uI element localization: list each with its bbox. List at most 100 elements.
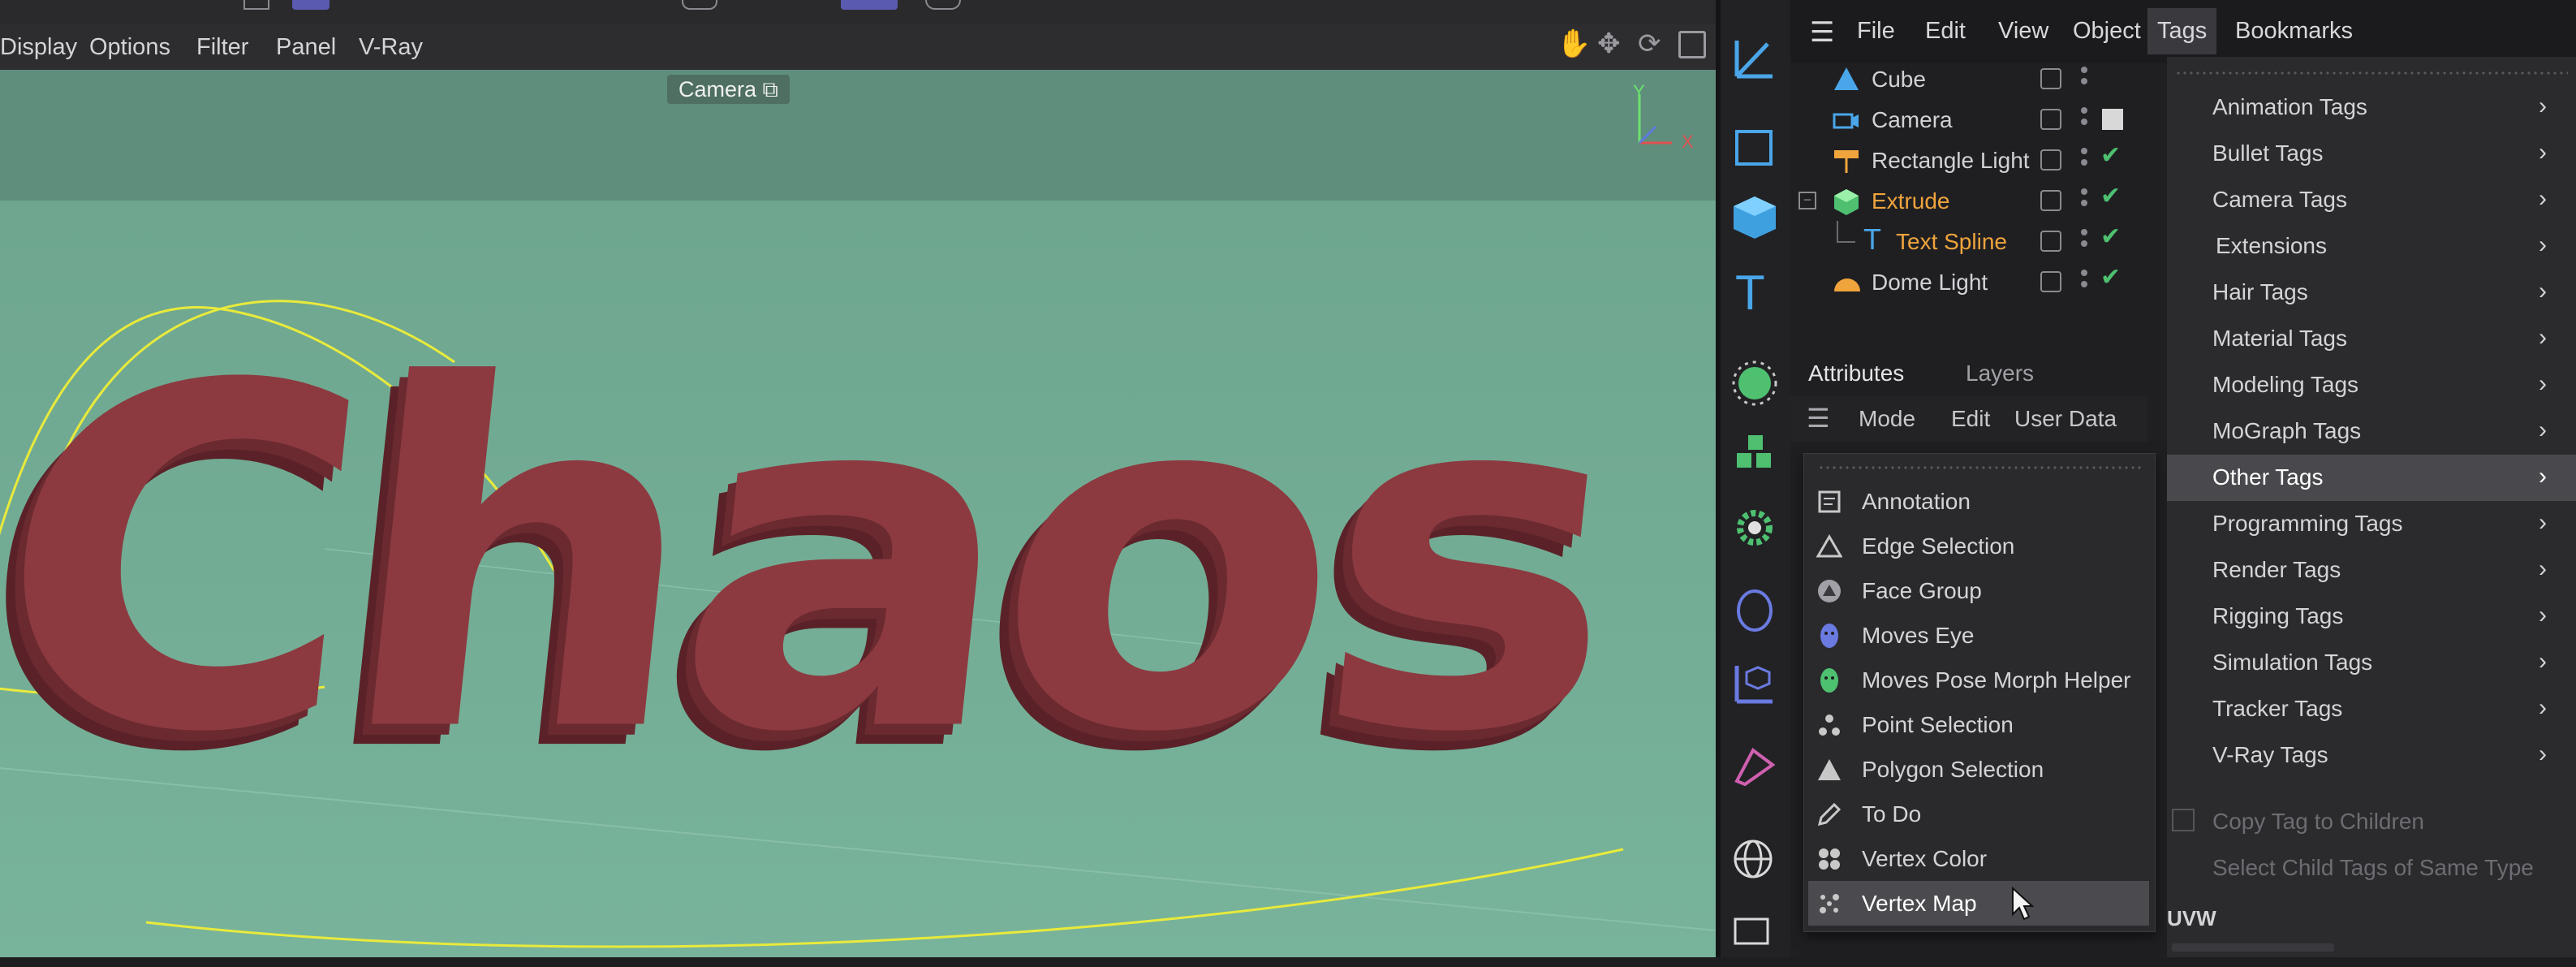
tags-menu-item[interactable]: Material Tags › xyxy=(2167,316,2576,362)
top-toolbar-strip xyxy=(0,0,1721,24)
maximize-view-icon[interactable] xyxy=(1678,31,1706,58)
spline-rectangle-icon[interactable] xyxy=(1729,122,1781,174)
menu-tearoff-handle[interactable] xyxy=(1818,464,2143,471)
edge-selection-icon xyxy=(1816,534,1842,558)
submenu-item-moves-pose-morph[interactable]: Moves Pose Morph Helper xyxy=(1803,658,2154,702)
check-icon[interactable]: ✔ xyxy=(2100,263,2121,291)
null-object-icon[interactable] xyxy=(1729,654,1781,706)
vray-globe-icon[interactable] xyxy=(1729,835,1781,887)
submenu-item-face-group[interactable]: Face Group xyxy=(1803,568,2154,613)
menu-view[interactable]: View xyxy=(1998,18,2048,45)
submenu-item-to-do[interactable]: To Do xyxy=(1803,792,2154,836)
submenu-item-polygon-selection[interactable]: Polygon Selection xyxy=(1803,747,2154,792)
hamburger-menu-icon[interactable]: ☰ xyxy=(1807,403,1830,434)
tags-menu-item[interactable]: Programming Tags › xyxy=(2167,501,2576,547)
object-row-cube[interactable]: Cube xyxy=(1790,58,2147,99)
coordinate-system-icon[interactable] xyxy=(1729,29,1781,81)
toolbar-undo-icon[interactable] xyxy=(682,0,717,10)
tags-menu-item[interactable]: MoGraph Tags › xyxy=(2167,408,2576,455)
viewport-menu-panel[interactable]: Panel xyxy=(276,34,336,61)
tags-menu-item[interactable]: Bullet Tags › xyxy=(2167,131,2576,177)
object-row-text-spline[interactable]: T Text Spline xyxy=(1790,221,2147,261)
tags-menu-item[interactable]: Render Tags › xyxy=(2167,547,2576,594)
vray-camera-icon[interactable] xyxy=(1729,911,1781,963)
viewport-menu-display[interactable]: Display xyxy=(0,34,77,61)
edit-icon[interactable] xyxy=(2040,109,2061,130)
cube-primitive-icon[interactable] xyxy=(1729,192,1781,244)
tags-menu-item[interactable]: Tracker Tags › xyxy=(2167,686,2576,732)
submenu-item-annotation[interactable]: Annotation xyxy=(1803,479,2154,524)
tab-layers[interactable]: Layers xyxy=(1966,360,2034,386)
attr-menu-user-data[interactable]: User Data xyxy=(2014,406,2117,432)
chevron-right-icon: › xyxy=(2539,555,2547,582)
toolbar-object-icon[interactable] xyxy=(243,0,269,10)
submenu-item-edge-selection[interactable]: Edge Selection xyxy=(1803,524,2154,568)
tag-menu-label: V-Ray Tags xyxy=(2212,742,2328,767)
tags-menu-item-other-tags[interactable]: Other Tags › xyxy=(2167,455,2576,501)
tags-menu-item[interactable]: Simulation Tags › xyxy=(2167,640,2576,686)
mograph-cloner-icon[interactable] xyxy=(1729,430,1781,482)
pan-hand-icon[interactable]: ✋ xyxy=(1557,28,1591,60)
tags-menu-item[interactable]: Extensions › xyxy=(2167,223,2576,270)
deformer-gear-icon[interactable] xyxy=(1729,502,1781,554)
viewport-menu-vray[interactable]: V-Ray xyxy=(359,34,423,61)
move-arrows-icon[interactable]: ✥ xyxy=(1597,28,1621,60)
object-row-extrude[interactable]: − Extrude xyxy=(1790,180,2147,221)
check-icon[interactable]: ✔ xyxy=(2100,182,2121,210)
tags-menu-item[interactable]: Rigging Tags › xyxy=(2167,594,2576,640)
check-icon[interactable]: ✔ xyxy=(2100,141,2121,170)
menu-tags[interactable]: Tags xyxy=(2147,8,2217,54)
tags-menu-item-select-child-tags: Select Child Tags of Same Type xyxy=(2167,845,2576,891)
toolbar-render-icon[interactable] xyxy=(925,0,961,10)
tab-attributes[interactable]: Attributes xyxy=(1808,360,1904,386)
edit-icon[interactable] xyxy=(2040,149,2061,171)
rotate-view-icon[interactable]: ⟳ xyxy=(1638,28,1661,60)
submenu-item-moves-eye[interactable]: Moves Eye xyxy=(1803,613,2154,658)
tags-menu-item[interactable]: V-Ray Tags › xyxy=(2167,732,2576,779)
attr-menu-edit[interactable]: Edit xyxy=(1951,406,1990,432)
dynamics-icon[interactable] xyxy=(1729,740,1781,792)
tags-menu-item[interactable]: Hair Tags › xyxy=(2167,270,2576,316)
object-row-rectangle-light[interactable]: Rectangle Light xyxy=(1790,140,2147,180)
tags-menu-item[interactable]: Animation Tags › xyxy=(2167,84,2576,131)
tag-menu-label: Camera Tags xyxy=(2212,187,2348,212)
text-tool-icon[interactable]: T xyxy=(1729,265,1781,320)
tags-menu-item[interactable]: Camera Tags › xyxy=(2167,177,2576,223)
edit-icon[interactable] xyxy=(2040,190,2061,211)
visibility-dots[interactable] xyxy=(2078,63,2091,307)
3d-viewport[interactable]: Camera ⧉ Y X Chaos xyxy=(0,70,1716,957)
collapse-toggle-icon[interactable]: − xyxy=(1798,192,1816,209)
submenu-item-point-selection[interactable]: Point Selection xyxy=(1803,702,2154,747)
edit-icon[interactable] xyxy=(2040,68,2061,89)
edit-icon[interactable] xyxy=(2040,271,2061,292)
check-icon[interactable]: ✔ xyxy=(2100,222,2121,251)
attr-menu-mode[interactable]: Mode xyxy=(1859,406,1915,432)
section-header-uvw: UVW xyxy=(2167,906,2216,930)
submenu-label: Vertex Map xyxy=(1862,891,1977,916)
menu-edit[interactable]: Edit xyxy=(1925,18,1966,45)
chaos-3d-text[interactable]: Chaos xyxy=(0,287,1632,835)
toolbar-snap-icon[interactable] xyxy=(841,0,898,10)
submenu-item-vertex-map[interactable]: Vertex Map xyxy=(1808,881,2149,926)
generator-icon[interactable] xyxy=(1729,357,1781,409)
moves-pose-morph-icon xyxy=(1820,668,1838,693)
menu-file[interactable]: File xyxy=(1857,18,1895,45)
menu-tearoff-handle[interactable] xyxy=(2175,70,2568,76)
toolbar-active-tool-icon[interactable] xyxy=(292,0,330,10)
tags-menu-item-copy-to-children: Copy Tag to Children xyxy=(2167,799,2576,845)
menu-object[interactable]: Object xyxy=(2073,18,2141,45)
cut-off-menu-item xyxy=(2172,943,2334,952)
object-row-camera[interactable]: Camera xyxy=(1790,99,2147,140)
object-row-dome-light[interactable]: Dome Light xyxy=(1790,261,2147,302)
tag-menu-label: Material Tags xyxy=(2212,326,2348,351)
viewport-menu-options[interactable]: Options xyxy=(89,34,170,61)
field-icon[interactable] xyxy=(1729,585,1781,637)
viewport-menu-filter[interactable]: Filter xyxy=(196,34,248,61)
edit-icon[interactable] xyxy=(2040,231,2061,252)
tag-menu-label: Hair Tags xyxy=(2212,279,2308,304)
hamburger-menu-icon[interactable]: ☰ xyxy=(1810,16,1834,49)
submenu-item-vertex-color[interactable]: Vertex Color xyxy=(1803,836,2154,881)
tags-menu-item[interactable]: Modeling Tags › xyxy=(2167,362,2576,408)
menu-bookmarks[interactable]: Bookmarks xyxy=(2235,18,2353,45)
camera-target-tag-icon[interactable] xyxy=(2102,109,2123,130)
